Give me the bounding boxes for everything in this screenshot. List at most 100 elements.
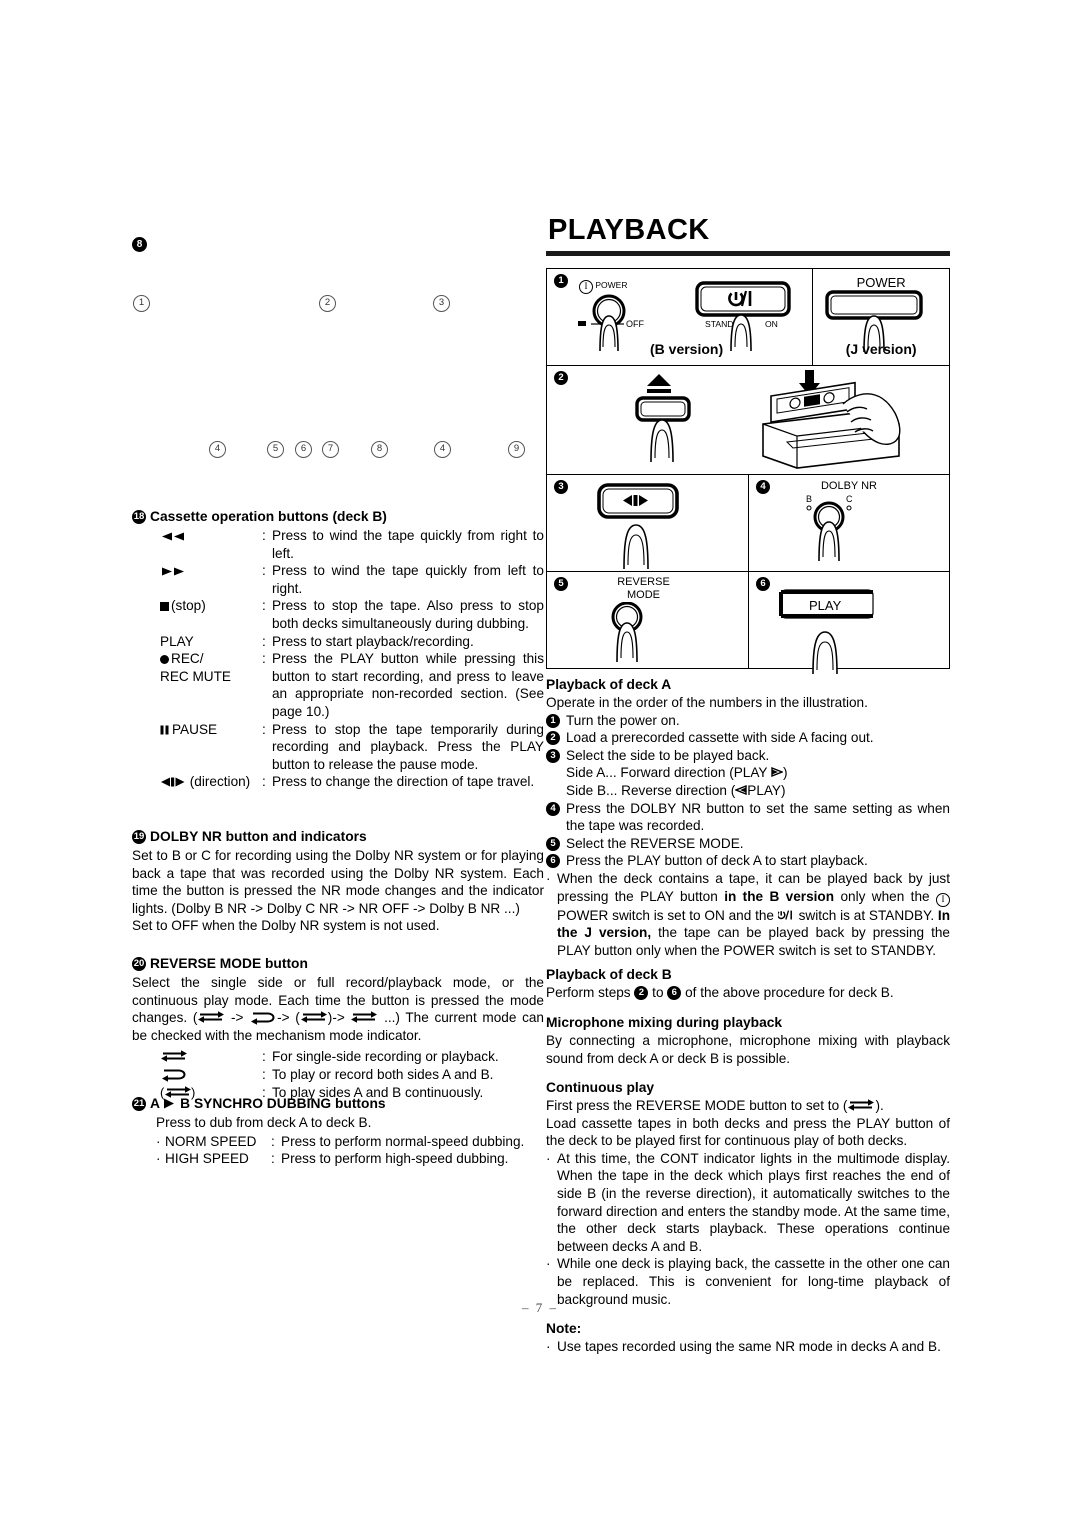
def-row: PLAY : Press to start playback/recording…	[156, 633, 544, 651]
dub-desc: Press to perform normal-speed dubbing.	[281, 1133, 525, 1149]
both-sides-icon	[251, 1012, 275, 1025]
callout-marker-6: 6	[295, 441, 312, 458]
dub-label: NORM SPEED	[165, 1133, 257, 1149]
note-heading: Note:	[546, 1321, 582, 1337]
step-row: 2 Load a prerecorded cassette with side …	[546, 729, 950, 747]
item-18: 18 Cassette operation buttons (deck B) : …	[132, 508, 544, 791]
note-section: Note: · Use tapes recorded using the sam…	[546, 1320, 950, 1356]
record-dot-icon	[160, 655, 169, 665]
def-row: (direction) : Press to change the direct…	[156, 773, 544, 791]
continuous-line-1: First press the REVERSE MODE button to s…	[546, 1098, 884, 1114]
def-desc: Press to change the direction of tape tr…	[272, 774, 535, 790]
stop-icon: (stop)	[156, 597, 262, 615]
item-20-heading: 20 REVERSE MODE button	[132, 955, 544, 973]
j-version-label: (J version)	[845, 341, 917, 357]
reverse-direction-icon	[735, 784, 747, 795]
colon: :	[262, 651, 266, 667]
continuous-bullet-text: At this time, the CONT indicator lights …	[557, 1150, 950, 1254]
step-marker: 6	[546, 852, 566, 870]
deck-a-intro: Operate in the order of the numbers in t…	[546, 695, 868, 710]
colon: :	[262, 774, 266, 790]
step-text: Select the side to be played back.	[566, 747, 770, 763]
deck-a-section: Playback of deck A Operate in the order …	[546, 676, 950, 959]
power-numeral-icon: I	[936, 892, 950, 907]
item-number-icon: 19	[132, 830, 146, 844]
continuous-play-heading: Continuous play	[546, 1080, 655, 1096]
dolby-b-label: B	[806, 494, 812, 504]
mic-mixing-text: By connecting a microphone, microphone m…	[546, 1032, 950, 1066]
item-19-paragraph-1: Set to B or C for recording using the Do…	[132, 848, 544, 916]
item-21-title-b: B SYNCHRO DUBBING buttons	[180, 1096, 386, 1111]
dolby-nr-label: DOLBY NR	[820, 480, 878, 492]
bullet-dot: ·	[546, 1339, 551, 1355]
dolby-c-label: C	[846, 494, 853, 504]
callout-marker-5: 5	[267, 441, 284, 458]
fast-forward-icon	[156, 562, 262, 580]
mode-desc: For single-side recording or playback.	[272, 1049, 499, 1065]
step-marker: 5	[546, 835, 566, 853]
callout-marker-1: 1	[133, 295, 150, 312]
item-number-icon: 20	[132, 957, 146, 971]
note-bullet-row: · When the deck contains a tape, it can …	[546, 870, 950, 959]
figure-row-4: 5 REVERSE MODE 6 PLAY	[547, 572, 949, 675]
pause-icon: PAUSE	[156, 721, 262, 739]
bold-b-version: in the B version	[724, 888, 835, 904]
continuous-play-section: Continuous play First press the REVERSE …	[546, 1079, 950, 1308]
step-text: Load a prerecorded cassette with side A …	[566, 730, 874, 746]
step-text: Select the REVERSE MODE.	[566, 835, 744, 851]
colon: :	[262, 598, 266, 614]
continuous-icon	[300, 1011, 327, 1023]
play-label: PLAY	[160, 633, 194, 649]
item-19-paragraph-2: Set to OFF when the Dolby NR system is n…	[132, 918, 440, 934]
deck-b-heading: Playback of deck B	[546, 967, 672, 983]
item-21-title-a: A	[150, 1096, 160, 1111]
side-b-line: Side B... Reverse direction (PLAY)	[566, 782, 786, 798]
step-marker: 2	[546, 729, 566, 747]
bullet-dot: ·	[546, 1150, 551, 1166]
mic-mixing-heading: Microphone mixing during playback	[546, 1014, 783, 1030]
forward-direction-icon	[771, 767, 784, 778]
item-number-icon: 21	[132, 1097, 146, 1111]
def-desc: Press to stop the tape temporarily durin…	[272, 721, 544, 772]
single-side-icon-2	[351, 1011, 378, 1023]
colon: :	[271, 1133, 275, 1149]
item-21-lead: Press to dub from deck A to deck B.	[156, 1115, 372, 1130]
item-20-text-c: -> (	[277, 1010, 300, 1026]
def-row: PAUSE : Press to stop the tape temporari…	[156, 721, 544, 774]
note-bullet-row: · Use tapes recorded using the same NR m…	[546, 1338, 950, 1356]
def-row: (stop) : Press to stop the tape. Also pr…	[156, 597, 544, 632]
step-text: Turn the power on.	[566, 712, 680, 728]
figure-cell-step3: 3	[547, 475, 748, 571]
item-21-heading: 21 A B SYNCHRO DUBBING buttons	[132, 1095, 544, 1113]
step-row: 5 Select the REVERSE MODE.	[546, 835, 950, 853]
item-20-paragraph: Select the single side or full record/pl…	[132, 974, 544, 1044]
note-bullet-text: When the deck contains a tape, it can be…	[557, 870, 951, 958]
mode-label: MODE	[627, 589, 660, 601]
step-row: 1 Turn the power on.	[546, 712, 950, 730]
figure-row-2: 2	[547, 366, 949, 475]
def-row: : Press to wind the tape quickly from ri…	[156, 527, 544, 562]
item-19-title: DOLBY NR button and indicators	[150, 829, 367, 844]
deck-b-section: Playback of deck B Perform steps 2 to 6 …	[546, 966, 950, 1002]
continuous-icon	[848, 1099, 875, 1111]
step-marker: 4	[546, 800, 566, 835]
right-column: PLAYBACK 1 I POWER OFF STANDBY ON (B ver…	[546, 215, 950, 1356]
step-text: Press the PLAY button of deck A to start…	[566, 853, 868, 869]
callout-marker-9: 9	[508, 441, 525, 458]
item-20-text-d: )->	[327, 1010, 351, 1026]
side-a-line: Side A... Forward direction (PLAY )	[566, 765, 788, 781]
figure-cell-step6: 6 PLAY	[748, 572, 949, 675]
step-text: Press the DOLBY NR button to set the sam…	[566, 800, 950, 834]
manual-page: 8 1 2 3 4 5 6 7 8 4 9 18 Cassette operati…	[0, 0, 1080, 1531]
callout-marker-3: 3	[433, 295, 450, 312]
reverse-mode-caption: REVERSE MODE	[547, 576, 740, 602]
direction-button-illustration	[597, 483, 679, 570]
play-button-illustration: PLAY	[779, 589, 874, 675]
item-21-rows: · NORM SPEED : Press to perform normal-s…	[132, 1133, 544, 1168]
b-version-label: (B version)	[650, 341, 724, 357]
callout-label: 8	[132, 237, 147, 252]
item-20-modes: : For single-side recording or playback.…	[132, 1048, 544, 1101]
def-desc: Press the PLAY button while pressing thi…	[272, 651, 544, 719]
def-desc: Press to wind the tape quickly from left…	[272, 563, 544, 596]
bullet-dot: ·	[156, 1133, 161, 1149]
